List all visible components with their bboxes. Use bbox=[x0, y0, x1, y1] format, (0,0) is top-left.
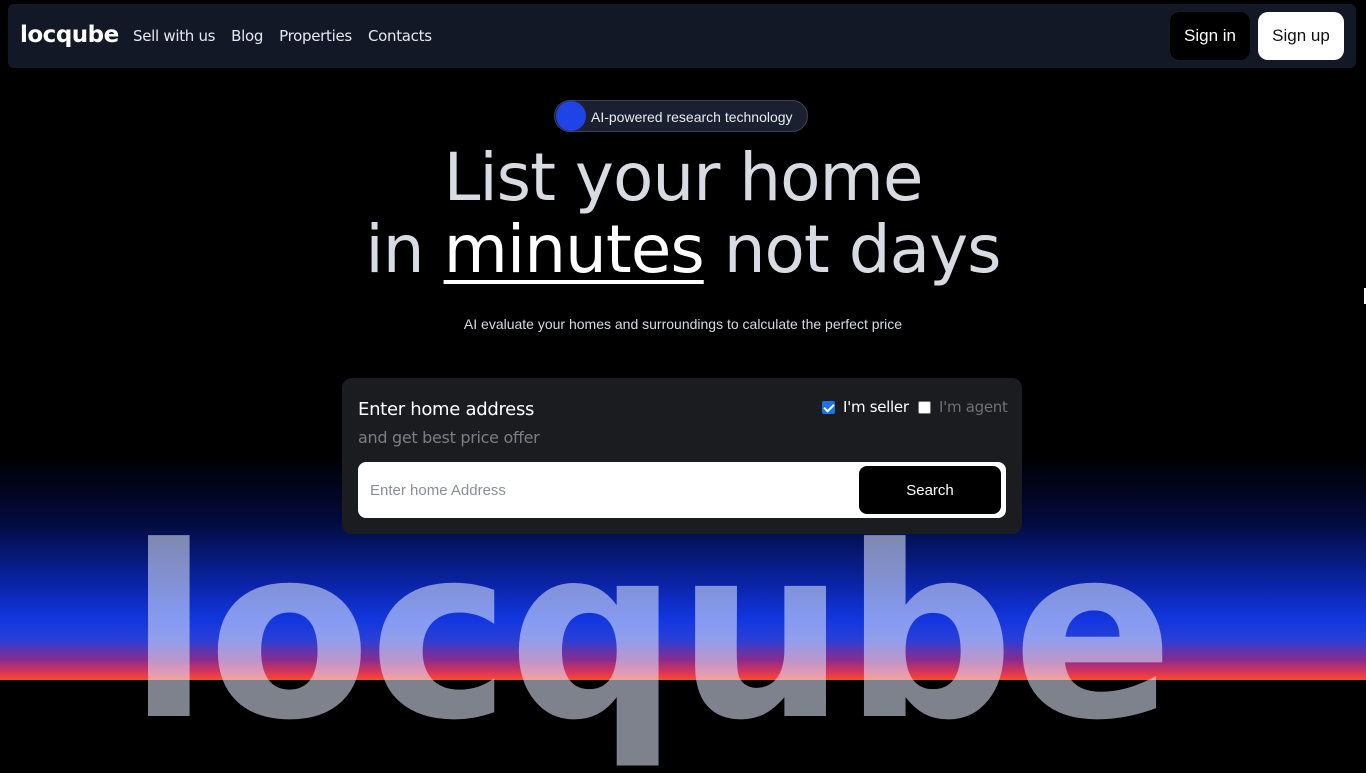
sign-in-button[interactable]: Sign in bbox=[1170, 12, 1250, 60]
address-search-box: Search bbox=[358, 462, 1006, 518]
nav-link-contacts[interactable]: Contacts bbox=[368, 27, 432, 45]
home-address-input[interactable] bbox=[358, 462, 848, 518]
brand-logo[interactable]: locqube bbox=[20, 22, 119, 48]
headline-emphasis: minutes bbox=[443, 211, 705, 288]
sign-up-button[interactable]: Sign up bbox=[1258, 12, 1344, 60]
hero-subtitle: AI evaluate your homes and surroundings … bbox=[463, 316, 903, 332]
nav-link-properties[interactable]: Properties bbox=[279, 27, 352, 45]
badge-text: AI-powered research technology bbox=[591, 109, 793, 125]
nav-links: Sell with us Blog Properties Contacts bbox=[133, 27, 448, 45]
headline-in: in bbox=[365, 211, 424, 288]
ai-badge: AI-powered research technology bbox=[554, 100, 808, 132]
hero-headline: List your home in minutes not days bbox=[0, 142, 1366, 286]
agent-checkbox[interactable] bbox=[918, 400, 931, 414]
nav-link-sell-with-us[interactable]: Sell with us bbox=[133, 27, 215, 45]
top-navbar: locqube Sell with us Blog Properties Con… bbox=[8, 4, 1356, 68]
agent-label: I'm agent bbox=[939, 398, 1008, 416]
agent-option[interactable]: I'm agent bbox=[918, 398, 1008, 416]
badge-dot-icon bbox=[556, 101, 586, 131]
seller-option[interactable]: I'm seller bbox=[822, 398, 909, 416]
seller-label: I'm seller bbox=[843, 398, 909, 416]
seller-checkbox[interactable] bbox=[822, 400, 835, 414]
headline-line-1: List your home bbox=[443, 139, 924, 216]
card-title: Enter home address bbox=[358, 399, 535, 420]
search-button[interactable]: Search bbox=[859, 466, 1001, 514]
search-card: Enter home address and get best price of… bbox=[342, 378, 1022, 534]
nav-link-blog[interactable]: Blog bbox=[231, 27, 263, 45]
headline-rest: not days bbox=[723, 211, 1002, 288]
card-subtitle: and get best price offer bbox=[358, 428, 540, 447]
background-wordmark: locqube bbox=[128, 496, 1174, 773]
